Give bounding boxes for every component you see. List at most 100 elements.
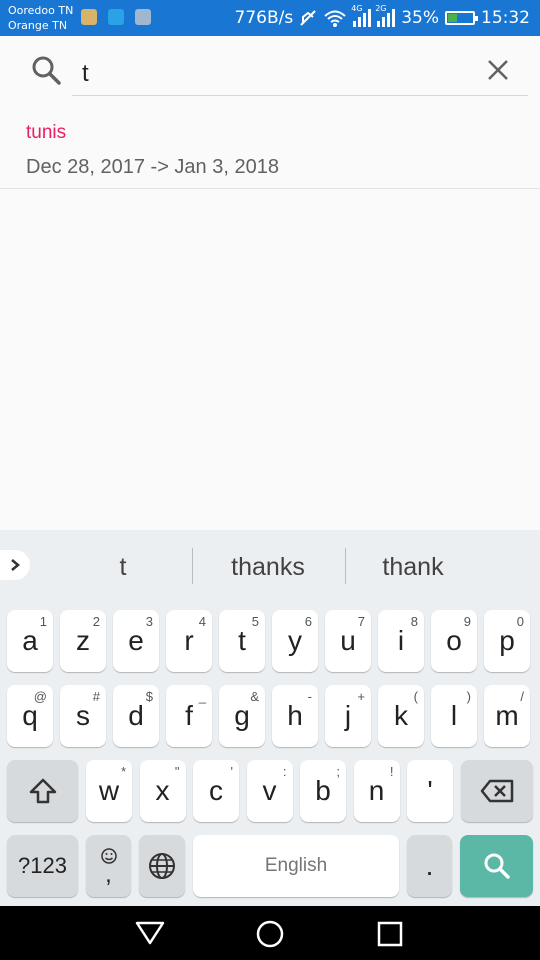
key-a[interactable]: a1 <box>7 610 53 672</box>
key-hint: _ <box>198 689 206 704</box>
key-label: i <box>397 625 405 656</box>
shift-key[interactable] <box>7 760 78 822</box>
key-q[interactable]: q @ <box>7 685 53 747</box>
key-label: o <box>446 625 462 656</box>
key-k[interactable]: k( <box>378 685 424 747</box>
key-m[interactable]: m / <box>484 685 530 747</box>
key-label: y <box>288 625 302 656</box>
key-label: b <box>315 775 331 806</box>
key-h[interactable]: h- <box>272 685 318 747</box>
suggestion-2[interactable]: thanks <box>200 550 336 584</box>
key-p[interactable]: p0 <box>484 610 530 672</box>
period-key[interactable]: . <box>407 835 452 897</box>
key-i[interactable]: i8 <box>378 610 424 672</box>
key-label: j <box>344 700 352 731</box>
signal-2-icon: 2G <box>375 4 396 27</box>
key-label: a <box>22 625 38 656</box>
key-label: x <box>155 775 170 806</box>
key-r[interactable]: r4 <box>166 610 212 672</box>
clear-search-button[interactable] <box>480 52 516 88</box>
key-hint: ' <box>230 764 233 779</box>
key-label: k <box>394 700 408 731</box>
emoji-comma-key[interactable]: , <box>86 835 131 897</box>
search-icon <box>484 853 510 879</box>
key-u[interactable]: u7 <box>325 610 371 672</box>
key-y[interactable]: y6 <box>272 610 318 672</box>
language-key[interactable] <box>139 835 185 897</box>
symbols-key[interactable]: ?123 <box>7 835 78 897</box>
carrier-2: Orange TN <box>8 19 68 32</box>
back-triangle-icon[interactable] <box>134 920 166 946</box>
search-result-item[interactable]: tunis Dec 28, 2017 -> Jan 3, 2018 <box>0 110 540 189</box>
carrier-names: Ooredoo TN Orange TN <box>8 3 73 33</box>
key-hint: 2 <box>92 614 100 629</box>
key-hint: " <box>174 764 180 779</box>
suggestion-3[interactable]: thank <box>350 550 476 584</box>
key-w[interactable]: w * <box>86 760 132 822</box>
key-label: z <box>76 625 90 656</box>
search-action-key[interactable] <box>460 835 533 897</box>
result-title: tunis <box>26 122 67 143</box>
key-label: h <box>287 700 303 731</box>
key-t[interactable]: t5 <box>219 610 265 672</box>
key-o[interactable]: o9 <box>431 610 477 672</box>
key-z[interactable]: z2 <box>60 610 106 672</box>
home-circle-icon[interactable] <box>255 919 285 949</box>
key-s[interactable]: s # <box>60 685 106 747</box>
usb-icon <box>108 9 124 25</box>
key-label: r <box>184 625 194 656</box>
key-label: u <box>340 625 356 656</box>
key-v[interactable]: v: <box>246 760 293 822</box>
key-apostrophe[interactable]: ' <box>407 760 453 822</box>
shift-icon <box>29 778 56 804</box>
key-hint: 0 <box>516 614 524 629</box>
key-hint: # <box>92 689 100 704</box>
key-n[interactable]: n! <box>353 760 400 822</box>
key-g[interactable]: g & <box>219 685 265 747</box>
key-e[interactable]: e3 <box>113 610 159 672</box>
network-speed: 776B/s <box>234 8 294 28</box>
key-j[interactable]: j + <box>325 685 371 747</box>
chevron-right-icon <box>11 559 20 571</box>
key-label: l <box>450 700 458 731</box>
key-f[interactable]: f _ <box>166 685 212 747</box>
suggestion-1[interactable]: t <box>88 550 158 584</box>
key-hint: ; <box>336 764 340 779</box>
key-hint: * <box>120 764 126 779</box>
key-l[interactable]: l) <box>431 685 477 747</box>
search-input[interactable] <box>72 52 528 96</box>
key-hint: : <box>282 764 287 779</box>
key-d[interactable]: d $ <box>113 685 159 747</box>
key-hint: @ <box>33 689 47 704</box>
signal-2-type: 2G <box>375 4 387 13</box>
key-label: c <box>209 775 223 806</box>
key-x[interactable]: x " <box>139 760 186 822</box>
space-key[interactable]: English <box>193 835 399 897</box>
key-hint: + <box>357 689 365 704</box>
key-c[interactable]: c ' <box>193 760 239 822</box>
key-hint: 8 <box>410 614 418 629</box>
key-label: e <box>128 625 144 656</box>
navigation-bar <box>0 906 540 960</box>
key-hint: 7 <box>357 614 365 629</box>
key-label: g <box>234 700 250 731</box>
battery-icon <box>445 11 478 25</box>
carrier-1: Ooredoo TN <box>8 4 74 17</box>
key-label: w <box>98 775 120 806</box>
key-label: p <box>499 625 515 656</box>
key-label: t <box>238 625 246 656</box>
keyboard: t thanks thank a 1 z 2 e 3 r 4 t 5 y 6 u 7 i 8 o 9 p 0 q @ s # d… <box>0 530 540 906</box>
clock: 15:32 <box>481 8 530 28</box>
key-b[interactable]: b; <box>300 760 346 822</box>
battery-percent: 35% <box>401 8 439 28</box>
search-icon <box>32 56 61 85</box>
key-label: ' <box>427 775 433 806</box>
key-hint: - <box>307 689 312 704</box>
expand-suggestions-button[interactable] <box>0 550 30 580</box>
recents-square-icon[interactable] <box>376 920 404 948</box>
backspace-key[interactable] <box>461 760 533 822</box>
close-icon <box>488 60 508 80</box>
key-hint: 6 <box>304 614 312 629</box>
key-hint: 3 <box>145 614 153 629</box>
image-icon <box>135 9 151 25</box>
